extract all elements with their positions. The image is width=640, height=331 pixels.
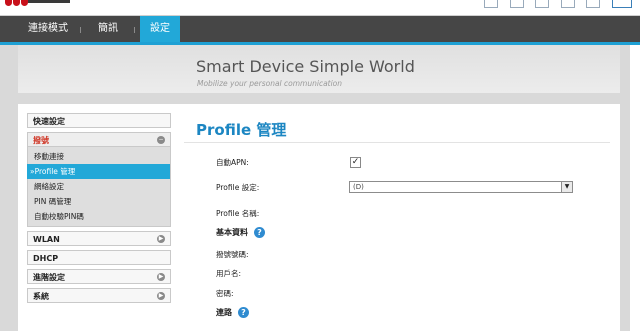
sidebar-submenu-dialup: 移動連接 »Profile 管理 網絡設定 PIN 碼管理 自動校驗PIN碼 bbox=[27, 147, 171, 227]
sidebar-item-quick-setup[interactable]: 快速設定 bbox=[27, 113, 171, 128]
sidebar: 快速設定 撥號 − 移動連接 »Profile 管理 網絡設定 PIN 碼管理 … bbox=[27, 113, 171, 307]
signal-strength-icon bbox=[509, 0, 524, 8]
dial-number-label: 撥號號碼: bbox=[216, 250, 249, 259]
tab-sms[interactable]: 簡訊 bbox=[84, 16, 132, 42]
password-label: 密碼: bbox=[216, 289, 234, 298]
sidebar-item-dialup[interactable]: 撥號 − bbox=[27, 132, 171, 147]
sidebar-subitem-pin-management[interactable]: PIN 碼管理 bbox=[28, 194, 170, 209]
status-icons bbox=[475, 0, 632, 9]
page-title: Profile 管理 bbox=[196, 121, 287, 139]
globe-icon bbox=[560, 0, 575, 8]
scroll-edge bbox=[630, 45, 640, 331]
sidebar-item-system[interactable]: 系統 ▶ bbox=[27, 288, 171, 303]
profile-setting-select[interactable]: (D) ▼ bbox=[349, 181, 573, 193]
sidebar-item-wlan[interactable]: WLAN ▶ bbox=[27, 231, 171, 246]
play-circle-icon[interactable]: ▶ bbox=[157, 235, 165, 243]
banner-subtitle: Mobilize your personal communication bbox=[197, 79, 343, 88]
play-circle-icon[interactable]: ▶ bbox=[157, 292, 165, 300]
play-circle-icon[interactable]: ▶ bbox=[157, 273, 165, 281]
username-label: 用戶名: bbox=[216, 269, 242, 278]
sidebar-subitem-network-settings[interactable]: 網絡設定 bbox=[28, 179, 170, 194]
top-bar bbox=[0, 0, 640, 16]
sim-icon bbox=[535, 0, 550, 8]
banner: Smart Device Simple World Mobilize your … bbox=[18, 45, 620, 93]
sidebar-item-label: 進階設定 bbox=[33, 273, 65, 282]
help-icon[interactable]: ? bbox=[238, 307, 249, 318]
sidebar-item-advanced[interactable]: 進階設定 ▶ bbox=[27, 269, 171, 284]
minus-circle-icon[interactable]: − bbox=[157, 136, 165, 144]
dropdown-arrow-icon[interactable]: ▼ bbox=[561, 182, 572, 192]
huawei-logo bbox=[0, 0, 72, 9]
section-title: 基本資料 bbox=[216, 228, 248, 237]
sidebar-subitem-auto-pin[interactable]: 自動校驗PIN碼 bbox=[28, 209, 170, 224]
sms-icon[interactable] bbox=[484, 0, 499, 8]
section-title: 連路 bbox=[216, 308, 232, 317]
profile-setting-value: (D) bbox=[353, 183, 364, 191]
battery-icon bbox=[612, 0, 632, 8]
connection-icon bbox=[586, 0, 601, 8]
main-nav: 連接模式 簡訊 設定 bbox=[0, 16, 640, 42]
sidebar-item-label: 系統 bbox=[33, 292, 49, 301]
sidebar-item-dhcp[interactable]: DHCP bbox=[27, 250, 171, 265]
basic-section-heading: 基本資料? bbox=[216, 227, 265, 238]
apn-section-heading: 連路? bbox=[216, 307, 249, 318]
auto-apn-label: 自動APN: bbox=[216, 158, 249, 167]
tab-settings[interactable]: 設定 bbox=[140, 16, 180, 42]
banner-title: Smart Device Simple World bbox=[196, 57, 415, 76]
tab-connection-mode[interactable]: 連接模式 bbox=[18, 16, 78, 42]
profile-setting-label: Profile 設定: bbox=[216, 183, 260, 192]
auto-apn-checkbox[interactable]: ✓ bbox=[350, 157, 361, 168]
sidebar-item-label: WLAN bbox=[33, 235, 60, 244]
sidebar-subitem-mobile-connection[interactable]: 移動連接 bbox=[28, 149, 170, 164]
sidebar-item-label: 撥號 bbox=[33, 136, 49, 145]
sidebar-subitem-profile-management[interactable]: »Profile 管理 bbox=[27, 164, 170, 179]
divider bbox=[184, 142, 610, 143]
profile-name-label: Profile 名稱: bbox=[216, 209, 260, 218]
help-icon[interactable]: ? bbox=[254, 227, 265, 238]
